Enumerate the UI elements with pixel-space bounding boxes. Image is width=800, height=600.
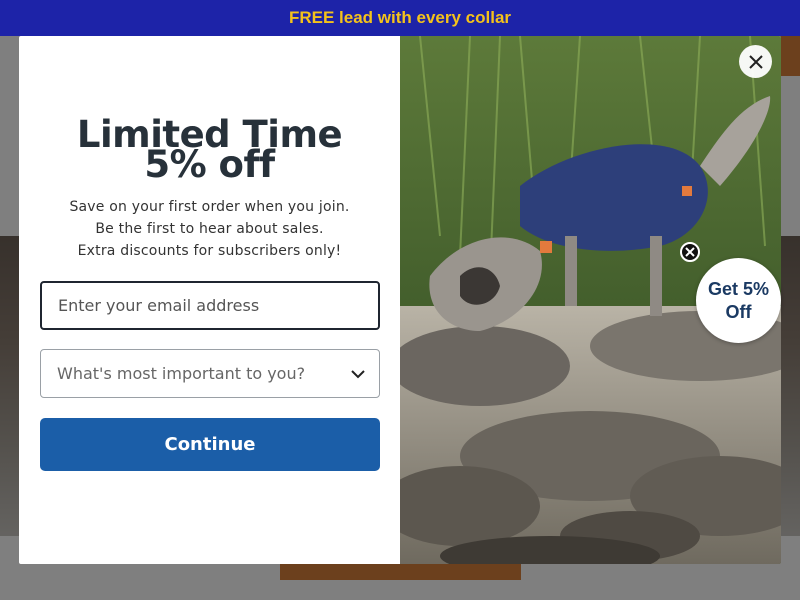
description-line: Save on your first order when you join.: [69, 199, 350, 215]
popup-form: Limited Time 5% off Save on your first o…: [19, 36, 400, 564]
popup-description: Save on your first order when you join. …: [19, 196, 400, 262]
teaser-close-button[interactable]: [680, 242, 700, 262]
teaser-line-2: Off: [725, 301, 752, 322]
close-button[interactable]: [739, 45, 772, 78]
description-line: Extra discounts for subscribers only!: [77, 243, 342, 259]
announcement-bar: FREE lead with every collar: [0, 0, 800, 36]
description-line: Be the first to hear about sales.: [95, 221, 324, 237]
close-icon: [685, 247, 695, 257]
close-icon: [748, 54, 763, 69]
popup-headline: Limited Time 5% off: [19, 116, 400, 183]
announcement-text: FREE lead with every collar: [288, 8, 512, 27]
teaser-line-1: Get 5%: [707, 278, 770, 299]
signup-popup: Limited Time 5% off Save on your first o…: [19, 36, 781, 564]
priority-select[interactable]: What's most important to you?: [40, 349, 380, 398]
select-value: What's most important to you?: [57, 364, 306, 383]
chevron-down-icon: [351, 370, 365, 379]
discount-teaser[interactable]: Get 5% Off: [696, 258, 781, 343]
continue-button[interactable]: Continue: [40, 418, 380, 471]
email-field[interactable]: [40, 281, 380, 330]
